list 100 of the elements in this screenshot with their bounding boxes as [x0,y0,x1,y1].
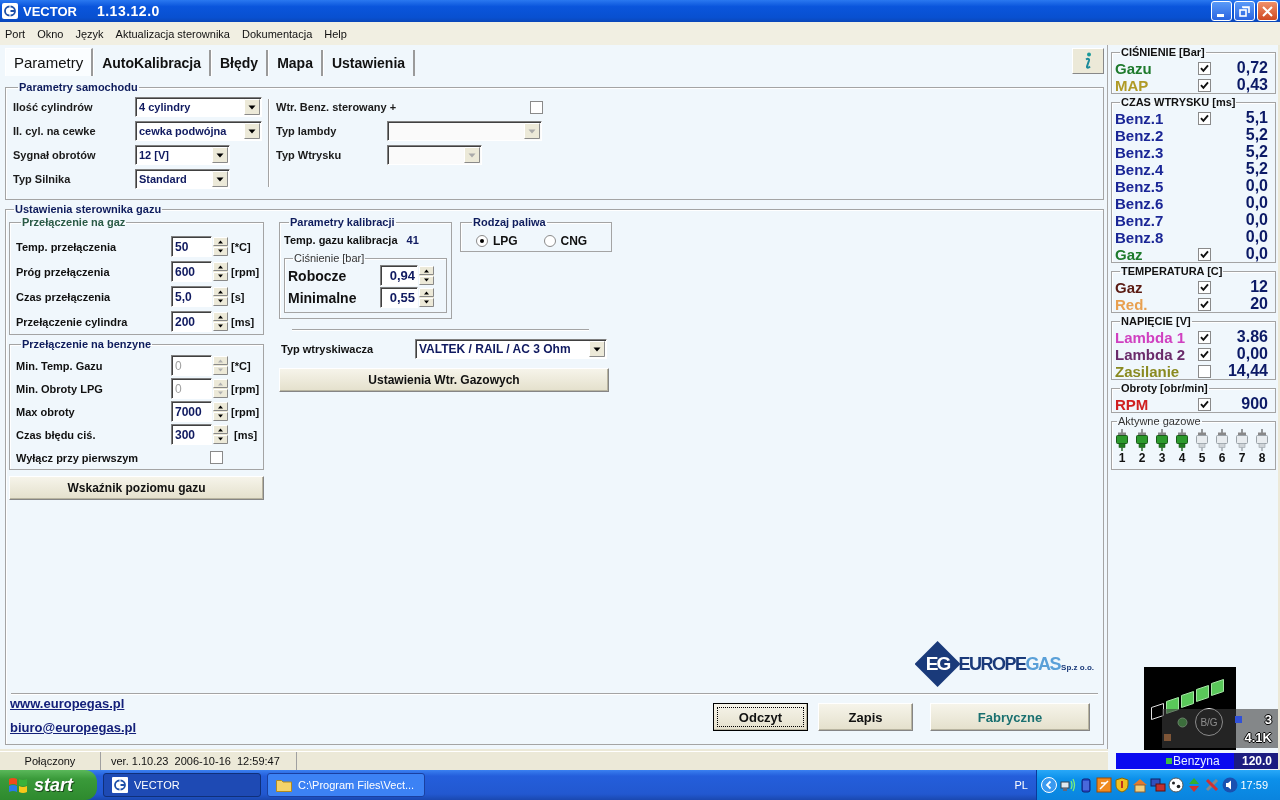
info-button[interactable] [1072,48,1104,74]
caret-icon [464,147,480,163]
checkbox[interactable] [210,451,223,464]
checkbox[interactable] [530,101,543,114]
spotted-ball-icon[interactable] [1168,777,1184,793]
action-button[interactable]: Zapis [818,703,913,731]
spinner-arrows-icon[interactable] [213,312,228,331]
indicator-icon [1235,716,1242,723]
readout-label: RPM [1115,395,1149,413]
menu-item[interactable]: Dokumentacja [241,27,313,40]
spinner-arrows-icon[interactable] [213,262,228,281]
spinner-arrows-icon[interactable] [213,402,228,421]
spinner-arrows-icon[interactable] [213,287,228,306]
injector-number: 1 [1118,451,1126,465]
group-title: Aktywne gazowe [1117,415,1202,428]
unit-label: [ms] [234,428,258,441]
number-field[interactable]: 5,0 [171,286,212,307]
dropdown[interactable]: Standard [135,169,230,189]
checkbox[interactable] [1198,330,1211,344]
tab[interactable]: Mapa [268,50,323,76]
field-label: Czas przełączenia [16,290,112,303]
field-label: Sygnał obrotów [13,148,97,162]
menu-item[interactable]: Aktualizacja sterownika [115,27,230,40]
number-field[interactable]: 50 [171,236,212,257]
tab[interactable]: Parametry [5,48,94,76]
spinner-arrows-icon[interactable] [419,288,434,307]
restore-button[interactable] [1234,1,1255,21]
fuel-label: Benzyna [1173,754,1220,768]
action-button[interactable]: Odczyt [713,703,808,731]
dropdown[interactable]: 12 [V] [135,145,230,165]
tab[interactable]: Błędy [211,50,269,76]
number-field[interactable]: 200 [171,311,212,332]
house-icon[interactable] [1132,777,1148,793]
fuel-reading: 120.0 [1233,753,1278,769]
menu-item[interactable]: Język [75,27,104,40]
unit-label: [*C] [231,240,251,253]
monitors-icon[interactable] [1150,777,1166,793]
chevron-icon[interactable] [1041,777,1057,793]
close-button[interactable] [1257,1,1278,21]
group-title: Ciśnienie [bar] [293,252,366,265]
number-field[interactable]: 7000 [171,401,212,422]
speaker-icon[interactable] [1222,777,1238,793]
tab[interactable]: AutoKalibracja [93,50,211,76]
network-icon[interactable] [1060,777,1076,793]
shield-icon[interactable] [1114,777,1130,793]
dropdown[interactable]: 4 cylindry [135,97,262,117]
checkbox[interactable] [1198,280,1211,294]
dropdown[interactable]: VALTEK / RAIL / AC 3 Ohm [415,339,607,359]
checkbox[interactable] [1198,347,1211,361]
tab[interactable]: Ustawienia [322,50,416,76]
taskbar-button[interactable]: VECTOR [103,773,261,797]
checkbox[interactable] [1198,397,1211,411]
gas-level-button[interactable]: Wskaźnik poziomu gazu [9,476,264,500]
unit-label: [ms] [231,315,255,328]
number-field[interactable]: 0,55 [380,287,418,308]
number-field[interactable]: 300 [171,424,212,445]
readout-label: Benz.4 [1115,160,1164,178]
field-label: Robocze [288,268,348,284]
clock: 17:59 [1240,779,1268,791]
checkbox[interactable] [1198,61,1211,75]
radio-button[interactable] [543,235,556,247]
bin-icon[interactable] [1078,777,1094,793]
number-field[interactable]: 0,94 [380,265,418,286]
group-title: CZAS WTRYSKU [ms] [1120,96,1237,109]
indicator-icon [1166,758,1172,764]
readout-label: Lambda 2 [1115,345,1186,363]
language-indicator[interactable]: PL [1014,779,1028,791]
spinner-arrows-icon[interactable] [213,425,228,444]
link[interactable]: biuro@europegas.pl [10,719,137,736]
group-title: Rodzaj paliwa [472,216,547,229]
tile-icon[interactable] [1096,777,1112,793]
readout-value: 0,43 [1236,76,1268,94]
field-label: Max obroty [16,405,76,418]
injector-settings-button[interactable]: Ustawienia Wtr. Gazowych [279,368,609,392]
dropdown[interactable]: cewka podwójna [135,121,262,141]
checkbox[interactable] [1198,297,1211,311]
start-button[interactable]: start [0,770,97,800]
spinner-arrows-icon[interactable] [213,237,228,256]
restore-icon [1239,5,1250,17]
checkbox[interactable] [1198,247,1211,261]
spinner-arrows-icon[interactable] [419,266,434,285]
group-title: Parametry samochodu [18,81,139,94]
checkbox[interactable] [1198,111,1211,125]
menu-item[interactable]: Help [324,27,347,40]
menu-item[interactable]: Port [5,27,26,40]
field-label: Minimalne [288,290,358,306]
minimize-button[interactable] [1211,1,1232,21]
readout-label: Gaz [1115,278,1143,296]
flag-icon [8,776,28,794]
unit-label: [rpm] [231,265,260,278]
link[interactable]: www.europegas.pl [10,695,125,712]
status-dot-icon [1177,717,1188,728]
taskbar-button[interactable]: C:\Program Files\Vect... [267,773,425,797]
checkbox[interactable] [1198,78,1211,92]
radio-button[interactable] [476,235,488,247]
readout-label: Benz.1 [1115,109,1164,127]
number-field[interactable]: 600 [171,261,212,282]
menu-item[interactable]: Okno [37,27,64,40]
checkbox[interactable] [1198,364,1211,378]
action-button[interactable]: Fabryczne [930,703,1090,731]
